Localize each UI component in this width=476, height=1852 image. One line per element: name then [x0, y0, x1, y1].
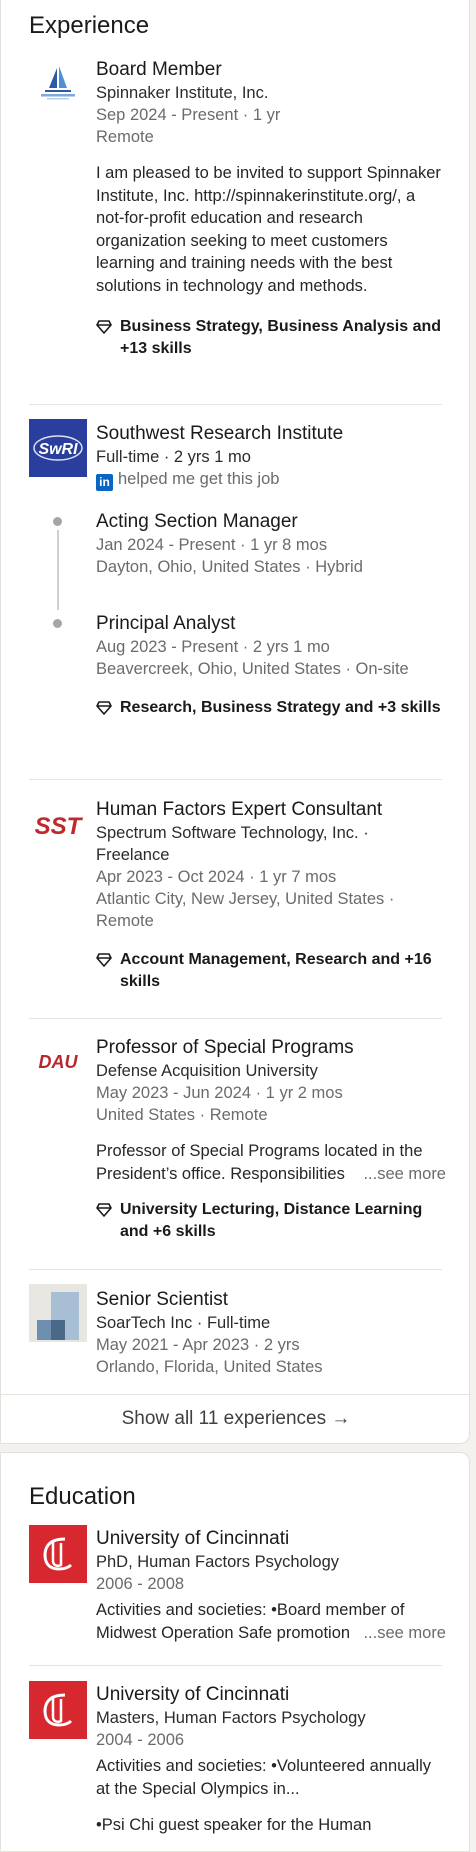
education-item-masters[interactable]: University of Cincinnati Masters, Human … — [96, 1683, 446, 1837]
skills-text: Account Management, Research and +16 ski… — [120, 951, 432, 990]
role-principal-analyst[interactable]: Principal Analyst Aug 2023 - Present · 2… — [96, 612, 446, 719]
see-more-link[interactable]: ...see more — [357, 1162, 446, 1185]
education-item-phd[interactable]: University of Cincinnati PhD, Human Fact… — [96, 1527, 446, 1644]
job-location: Remote — [96, 128, 154, 146]
role-dates: Aug 2023 - Present · 2 yrs 1 mo — [96, 638, 330, 656]
skills-text: University Lecturing, Distance Learning … — [120, 1201, 423, 1240]
job-location: United States · Remote — [96, 1106, 268, 1124]
experience-item-professor[interactable]: Professor of Special Programs Defense Ac… — [96, 1036, 446, 1243]
company-name: Defense Acquisition University — [96, 1062, 318, 1080]
experience-card: Experience Board Member Spinnaker Instit… — [0, 0, 471, 1444]
spinnaker-logo[interactable] — [29, 58, 87, 116]
swri-logo-text: SwRI — [38, 441, 78, 458]
job-title[interactable]: Senior Scientist — [96, 1288, 446, 1312]
section-title-education: Education — [29, 1483, 136, 1510]
skills-row[interactable]: Research, Business Strategy and +3 skill… — [96, 697, 446, 719]
divider — [29, 1018, 442, 1019]
job-dates: Sep 2024 - Present · 1 yr — [96, 106, 281, 124]
job-dates: Apr 2023 - Oct 2024 · 1 yr 7 mos — [96, 868, 337, 886]
job-dates: May 2021 - Apr 2023 · 2 yrs — [96, 1336, 300, 1354]
skills-text: Research, Business Strategy and +3 skill… — [120, 699, 441, 716]
role-dates: Jan 2024 - Present · 1 yr 8 mos — [96, 536, 328, 554]
skills-diamond-icon — [96, 952, 112, 974]
school-name[interactable]: University of Cincinnati — [96, 1527, 446, 1551]
divider — [29, 1269, 442, 1270]
company-name: SoarTech Inc · Full-time — [96, 1314, 271, 1332]
skills-text: Business Strategy, Business Analysis and… — [120, 318, 442, 357]
school-name[interactable]: University of Cincinnati — [96, 1683, 446, 1707]
show-all-experiences-button[interactable]: Show all 11 experiences → — [1, 1408, 471, 1430]
role-title[interactable]: Acting Section Manager — [96, 510, 446, 534]
uc-logo[interactable] — [29, 1525, 87, 1583]
swri-logo[interactable]: SwRI — [29, 419, 87, 477]
experience-item-swri[interactable]: Southwest Research Institute Full-time ·… — [96, 422, 446, 491]
company-name: Spinnaker Institute, Inc. — [96, 84, 269, 102]
divider — [29, 404, 442, 405]
activities-text: Activities and societies: •Volunteered a… — [96, 1757, 432, 1798]
sst-logo-text: SST — [35, 813, 84, 840]
edu-dates: 2004 - 2006 — [96, 1731, 185, 1749]
role-title[interactable]: Principal Analyst — [96, 612, 446, 636]
role-acting-section-manager[interactable]: Acting Section Manager Jan 2024 - Presen… — [96, 510, 446, 578]
show-all-divider — [1, 1394, 471, 1395]
job-location: Atlantic City, New Jersey, United States… — [96, 890, 395, 930]
job-title[interactable]: Human Factors Expert Consultant — [96, 798, 446, 822]
helped-text: helped me get this job — [118, 470, 280, 488]
timeline-dot — [53, 619, 62, 628]
sst-logo[interactable]: SST — [29, 797, 87, 855]
job-location: Orlando, Florida, United States — [96, 1358, 323, 1376]
timeline-line — [57, 530, 59, 610]
skills-row[interactable]: Account Management, Research and +16 ski… — [96, 949, 446, 993]
dau-logo-text: DAU — [39, 1052, 79, 1072]
skills-diamond-icon — [96, 1202, 112, 1224]
experience-item-senior-scientist[interactable]: Senior Scientist SoarTech Inc · Full-tim… — [96, 1288, 446, 1378]
divider — [29, 779, 442, 780]
divider — [29, 1665, 442, 1666]
timeline-dot — [53, 517, 62, 526]
company-name: Spectrum Software Technology, Inc. · Fre… — [96, 824, 369, 864]
dau-logo[interactable]: DAU — [29, 1032, 87, 1090]
experience-item-hf-consultant[interactable]: Human Factors Expert Consultant Spectrum… — [96, 798, 446, 993]
experience-item-board-member[interactable]: Board Member Spinnaker Institute, Inc. S… — [96, 58, 446, 360]
degree: Masters, Human Factors Psychology — [96, 1709, 366, 1727]
degree: PhD, Human Factors Psychology — [96, 1553, 340, 1571]
job-title[interactable]: Professor of Special Programs — [96, 1036, 446, 1060]
company-tenure: Full-time · 2 yrs 1 mo — [96, 448, 251, 466]
helped-get-job: in helped me get this job — [96, 468, 446, 491]
section-title-experience: Experience — [29, 12, 150, 39]
skills-diamond-icon — [96, 319, 112, 341]
education-card: Education University of Cincinnati PhD, … — [0, 1452, 470, 1852]
skills-row[interactable]: University Lecturing, Distance Learning … — [96, 1199, 446, 1243]
soartech-logo[interactable] — [29, 1284, 87, 1342]
company-title[interactable]: Southwest Research Institute — [96, 422, 446, 446]
skills-diamond-icon — [96, 700, 112, 722]
job-description: Professor of Special Programs located in… — [96, 1140, 446, 1185]
activities: Activities and societies: •Board member … — [96, 1599, 446, 1644]
linkedin-icon: in — [96, 474, 113, 491]
role-location: Beavercreek, Ohio, United States · On-si… — [96, 660, 409, 678]
skills-row[interactable]: Business Strategy, Business Analysis and… — [96, 316, 446, 360]
activities-extra: •Psi Chi guest speaker for the Human — [96, 1816, 372, 1834]
job-description: I am pleased to be invited to support Sp… — [96, 164, 441, 295]
job-title[interactable]: Board Member — [96, 58, 446, 82]
uc-logo[interactable] — [29, 1681, 87, 1739]
edu-dates: 2006 - 2008 — [96, 1575, 185, 1593]
role-location: Dayton, Ohio, United States · Hybrid — [96, 558, 363, 576]
job-dates: May 2023 - Jun 2024 · 1 yr 2 mos — [96, 1084, 343, 1102]
see-more-link[interactable]: ...see more — [357, 1621, 446, 1644]
